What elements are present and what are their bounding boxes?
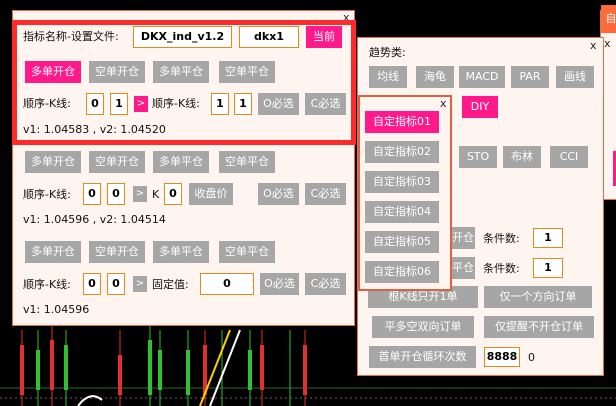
s2-compare-icon[interactable]: >	[133, 186, 147, 202]
s2-o-required-button[interactable]: O必选	[258, 183, 299, 205]
trend-title: 趋势类:	[369, 46, 406, 59]
s1-long-open-button[interactable]: 多单开仓	[25, 61, 81, 83]
s2-values: v1: 1.04596 , v2: 1.04514	[23, 213, 166, 226]
custom-indicator-panel: x 自定指标01 自定指标02 自定指标03 自定指标04 自定指标05 自定指…	[358, 95, 452, 291]
custom-indicator-01[interactable]: 自定指标01	[365, 111, 439, 133]
loop-count-value: 0	[528, 351, 535, 364]
right-panel-close-icon[interactable]: x	[604, 38, 611, 49]
indicator-name-input[interactable]: DKX_ind_v1.2	[133, 26, 232, 48]
custom-indicator-06[interactable]: 自定指标06	[365, 261, 439, 283]
s1-o-required-button[interactable]: O必选	[258, 93, 299, 115]
trend-btn-sto[interactable]: STO	[459, 146, 497, 168]
s3-c-required-button[interactable]: C必选	[305, 273, 346, 295]
custom-indicator-04[interactable]: 自定指标04	[365, 201, 439, 223]
right-panel-button[interactable]: 自	[601, 5, 616, 33]
s3-long-close-button[interactable]: 多单平仓	[153, 241, 209, 263]
s2-short-open-button[interactable]: 空单开仓	[89, 151, 145, 173]
custom-panel-close-icon[interactable]: x	[440, 98, 447, 109]
remind-only-button[interactable]: 仅提醒不开仓订单	[484, 316, 594, 338]
main-panel-close-icon[interactable]: x	[343, 12, 350, 23]
s1-short-close-button[interactable]: 空单平仓	[219, 61, 275, 83]
s2-seq-label: 顺序-K线:	[23, 188, 71, 201]
trend-btn-diy[interactable]: DIY	[462, 96, 498, 118]
s3-long-open-button[interactable]: 多单开仓	[25, 241, 81, 263]
s1-seq-c-input[interactable]: 1	[211, 93, 229, 115]
cond-label-1: 条件数:	[483, 232, 520, 245]
s3-short-close-button[interactable]: 空单平仓	[219, 241, 275, 263]
s2-seq-a-input[interactable]: 0	[83, 183, 101, 205]
s2-long-open-button[interactable]: 多单开仓	[25, 151, 81, 173]
trend-btn-turtle[interactable]: 海龟	[416, 66, 454, 88]
trend-btn-cci[interactable]: CCI	[550, 146, 588, 168]
s3-seq-label: 顺序-K线:	[23, 278, 71, 291]
s2-k-label: K	[152, 188, 160, 201]
trend-btn-par[interactable]: PAR	[511, 66, 549, 88]
s2-c-required-button[interactable]: C必选	[305, 183, 346, 205]
s1-seq-b-input[interactable]: 1	[110, 93, 128, 115]
settings-file-input[interactable]: dkx1	[239, 26, 299, 48]
custom-indicator-02[interactable]: 自定指标02	[365, 141, 439, 163]
trend-partial-open-button[interactable]: 开仓	[451, 227, 475, 249]
custom-indicator-03[interactable]: 自定指标03	[365, 171, 439, 193]
s2-seq-b-input[interactable]: 0	[107, 183, 125, 205]
s3-seq-a-input[interactable]: 0	[83, 273, 101, 295]
cond-label-2: 条件数:	[483, 262, 520, 275]
s3-compare-icon[interactable]: >	[133, 276, 147, 292]
s1-seq-d-input[interactable]: 1	[234, 93, 252, 115]
s1-c-required-button[interactable]: C必选	[305, 93, 346, 115]
current-button[interactable]: 当前	[306, 26, 342, 48]
trend-panel-close-icon[interactable]: x	[590, 40, 597, 51]
s3-seq-b-input[interactable]: 0	[107, 273, 125, 295]
cond-input-2[interactable]: 1	[533, 258, 563, 278]
s1-compare-icon[interactable]: >	[134, 96, 148, 112]
cond-input-1[interactable]: 1	[533, 228, 563, 248]
s1-short-open-button[interactable]: 空单开仓	[89, 61, 145, 83]
s1-long-close-button[interactable]: 多单平仓	[153, 61, 209, 83]
s2-short-close-button[interactable]: 空单平仓	[219, 151, 275, 173]
one-direction-button[interactable]: 仅一个方向订单	[484, 286, 592, 308]
main-settings-panel: x 指标名称-设置文件: DKX_ind_v1.2 dkx1 当前 多单开仓 空…	[12, 10, 355, 326]
s1-seq-label: 顺序-K线:	[23, 97, 71, 110]
s2-close-price-button[interactable]: 收盘价	[189, 183, 233, 205]
s2-long-close-button[interactable]: 多单平仓	[153, 151, 209, 173]
s3-fixed-value-input[interactable]: 0	[200, 273, 254, 295]
s3-short-open-button[interactable]: 空单开仓	[89, 241, 145, 263]
s1-seq-label2: 顺序-K线:	[152, 97, 200, 110]
s3-values: v1: 1.04596	[23, 303, 90, 316]
trend-btn-macd[interactable]: MACD	[459, 66, 505, 88]
custom-indicator-05[interactable]: 自定指标05	[365, 231, 439, 253]
s3-fixed-label: 固定值:	[152, 278, 189, 291]
s3-o-required-button[interactable]: O必选	[260, 273, 299, 295]
s1-values: v1: 1.04583 , v2: 1.04520	[23, 123, 166, 136]
indicator-name-label: 指标名称-设置文件:	[23, 30, 119, 43]
loop-count-button[interactable]: 首单开仓循环次数	[369, 346, 476, 368]
trend-partial-close-button[interactable]: 平仓	[451, 257, 475, 279]
trend-btn-ma[interactable]: 均线	[369, 66, 407, 88]
loop-count-input[interactable]: 8888	[484, 347, 520, 367]
bidirectional-button[interactable]: 平多空双向订单	[372, 316, 474, 338]
s2-k-input[interactable]: 0	[164, 183, 182, 205]
trend-btn-draw-line[interactable]: 画线	[556, 66, 594, 88]
trend-btn-boll[interactable]: 布林	[503, 146, 541, 168]
s1-seq-a-input[interactable]: 0	[86, 93, 104, 115]
